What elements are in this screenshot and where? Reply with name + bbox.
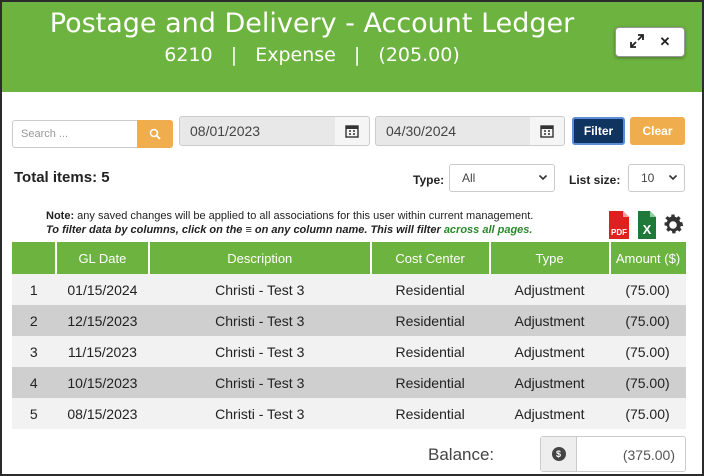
close-icon[interactable]: ✕ [660,34,671,50]
type-cell: Adjustment [489,274,610,305]
calendar-icon [540,125,554,138]
type-select-value: All [462,171,476,185]
note-text: Note: any saved changes will be applied … [46,210,533,222]
gl-date-cell: 11/15/2023 [55,336,149,367]
note-body: any saved changes will be applied to all… [74,210,534,222]
row-index: 4 [12,367,56,398]
currency-addon: $ [541,437,577,471]
ledger-window: Postage and Delivery - Account Ledger 62… [0,0,704,476]
row-index: 1 [12,274,56,305]
filter-hint-text: To filter data by columns, click on the … [46,224,444,236]
total-items: Total items: 5 [14,169,110,186]
account-number: 6210 [164,44,213,66]
ledger-table: GL Date Description Cost Center Type Amo… [12,242,686,429]
column-header-amount[interactable]: Amount ($) [609,242,686,274]
cost-center-cell: Residential [370,367,490,398]
window-controls: ✕ [615,27,685,57]
header-bar: Postage and Delivery - Account Ledger 62… [2,2,702,92]
filter-button[interactable]: Filter [572,117,625,145]
expand-icon[interactable] [629,33,644,51]
separator: | [344,44,370,66]
clear-button[interactable]: Clear [630,117,685,145]
dollar-icon: $ [551,447,566,461]
table-header-row: GL Date Description Cost Center Type Amo… [12,242,686,274]
search-button[interactable] [137,120,173,148]
amount-cell: (75.00) [609,367,686,398]
list-size-select[interactable]: 10 [628,164,685,192]
column-header-type[interactable]: Type [489,242,611,274]
calendar-icon [345,125,359,138]
column-header-description[interactable]: Description [148,242,372,274]
end-date-picker[interactable] [530,116,565,146]
type-select[interactable]: All [449,164,555,192]
gl-date-cell: 08/15/2023 [55,398,149,429]
separator: | [221,44,247,66]
description-cell: Christi - Test 3 [148,398,371,429]
excel-label: X [643,222,652,237]
amount-cell: (75.00) [609,274,686,305]
row-index: 5 [12,398,56,429]
description-cell: Christi - Test 3 [148,274,371,305]
table-row[interactable]: 4 10/15/2023 Christi - Test 3 Residentia… [12,367,686,398]
cost-center-cell: Residential [370,305,490,336]
filter-hint: To filter data by columns, click on the … [46,224,532,236]
table-row[interactable]: 3 11/15/2023 Christi - Test 3 Residentia… [12,336,686,367]
chevron-down-icon [538,174,548,181]
table-row[interactable]: 1 01/15/2024 Christi - Test 3 Residentia… [12,274,686,305]
table-row[interactable]: 5 08/15/2023 Christi - Test 3 Residentia… [12,398,686,429]
description-cell: Christi - Test 3 [148,336,371,367]
table-row[interactable]: 2 12/15/2023 Christi - Test 3 Residentia… [12,305,686,336]
page-title: Postage and Delivery - Account Ledger [49,8,575,39]
description-cell: Christi - Test 3 [148,367,371,398]
column-header-cost-center[interactable]: Cost Center [370,242,491,274]
filter-hint-accent: across all pages. [443,224,533,236]
column-header-gl-date[interactable]: GL Date [55,242,150,274]
type-label: Type: [413,173,445,187]
search-input[interactable] [12,120,138,148]
list-size-value: 10 [641,171,655,185]
amount-cell: (75.00) [609,336,686,367]
gl-date-cell: 01/15/2024 [55,274,149,305]
cost-center-cell: Residential [370,274,490,305]
export-tools: PDF X [606,210,688,240]
gl-date-cell: 10/15/2023 [55,367,149,398]
start-date-input[interactable]: 08/01/2023 [179,116,339,146]
note-prefix: Note: [46,210,75,222]
row-index: 3 [12,336,56,367]
balance-value: (375.00) [622,447,675,463]
type-cell: Adjustment [489,398,610,429]
amount-cell: (75.00) [609,398,686,429]
excel-export-icon[interactable]: X [636,210,658,240]
gear-icon[interactable] [660,212,686,238]
column-header-index[interactable] [12,242,57,274]
chevron-down-icon [668,174,678,181]
type-cell: Adjustment [489,336,610,367]
gl-date-cell: 12/15/2023 [55,305,149,336]
row-index: 2 [12,305,56,336]
balance-label: Balance: [428,445,495,464]
type-cell: Adjustment [489,305,610,336]
amount-cell: (75.00) [609,305,686,336]
pdf-export-icon[interactable]: PDF [606,210,632,240]
cost-center-cell: Residential [370,398,490,429]
end-date-input[interactable]: 04/30/2024 [375,116,531,146]
account-type: Expense [255,44,336,66]
list-size-label: List size: [569,173,621,187]
search-icon [149,128,161,140]
description-cell: Christi - Test 3 [148,305,371,336]
pdf-label: PDF [611,228,627,237]
account-summary: 6210 | Expense | (205.00) [2,44,622,66]
balance-field: $ (375.00) [540,436,686,472]
cost-center-cell: Residential [370,336,490,367]
type-cell: Adjustment [489,367,610,398]
account-total: (205.00) [378,44,460,66]
start-date-picker[interactable] [335,116,370,146]
